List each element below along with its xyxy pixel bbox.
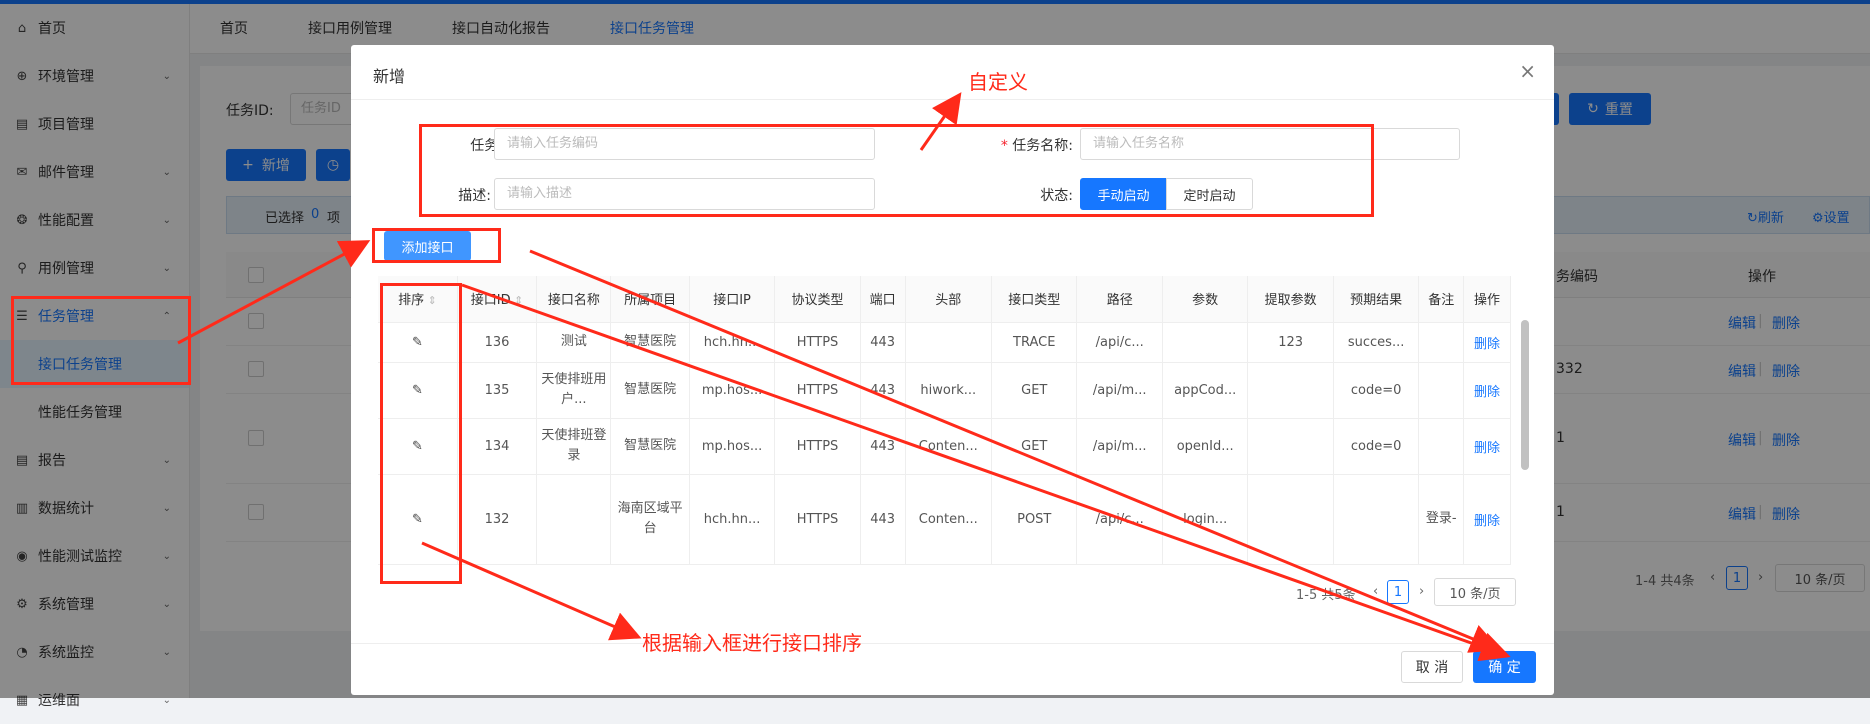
arrow-sidebar-to-add-api	[177, 240, 371, 345]
arrow-to-sort-text	[421, 541, 642, 641]
arrow-to-custom	[919, 92, 962, 151]
arrow-sort-to-ok	[461, 283, 1511, 662]
annotation-arrows	[177, 92, 1511, 662]
arrow-add-api-to-ok	[529, 249, 1501, 653]
